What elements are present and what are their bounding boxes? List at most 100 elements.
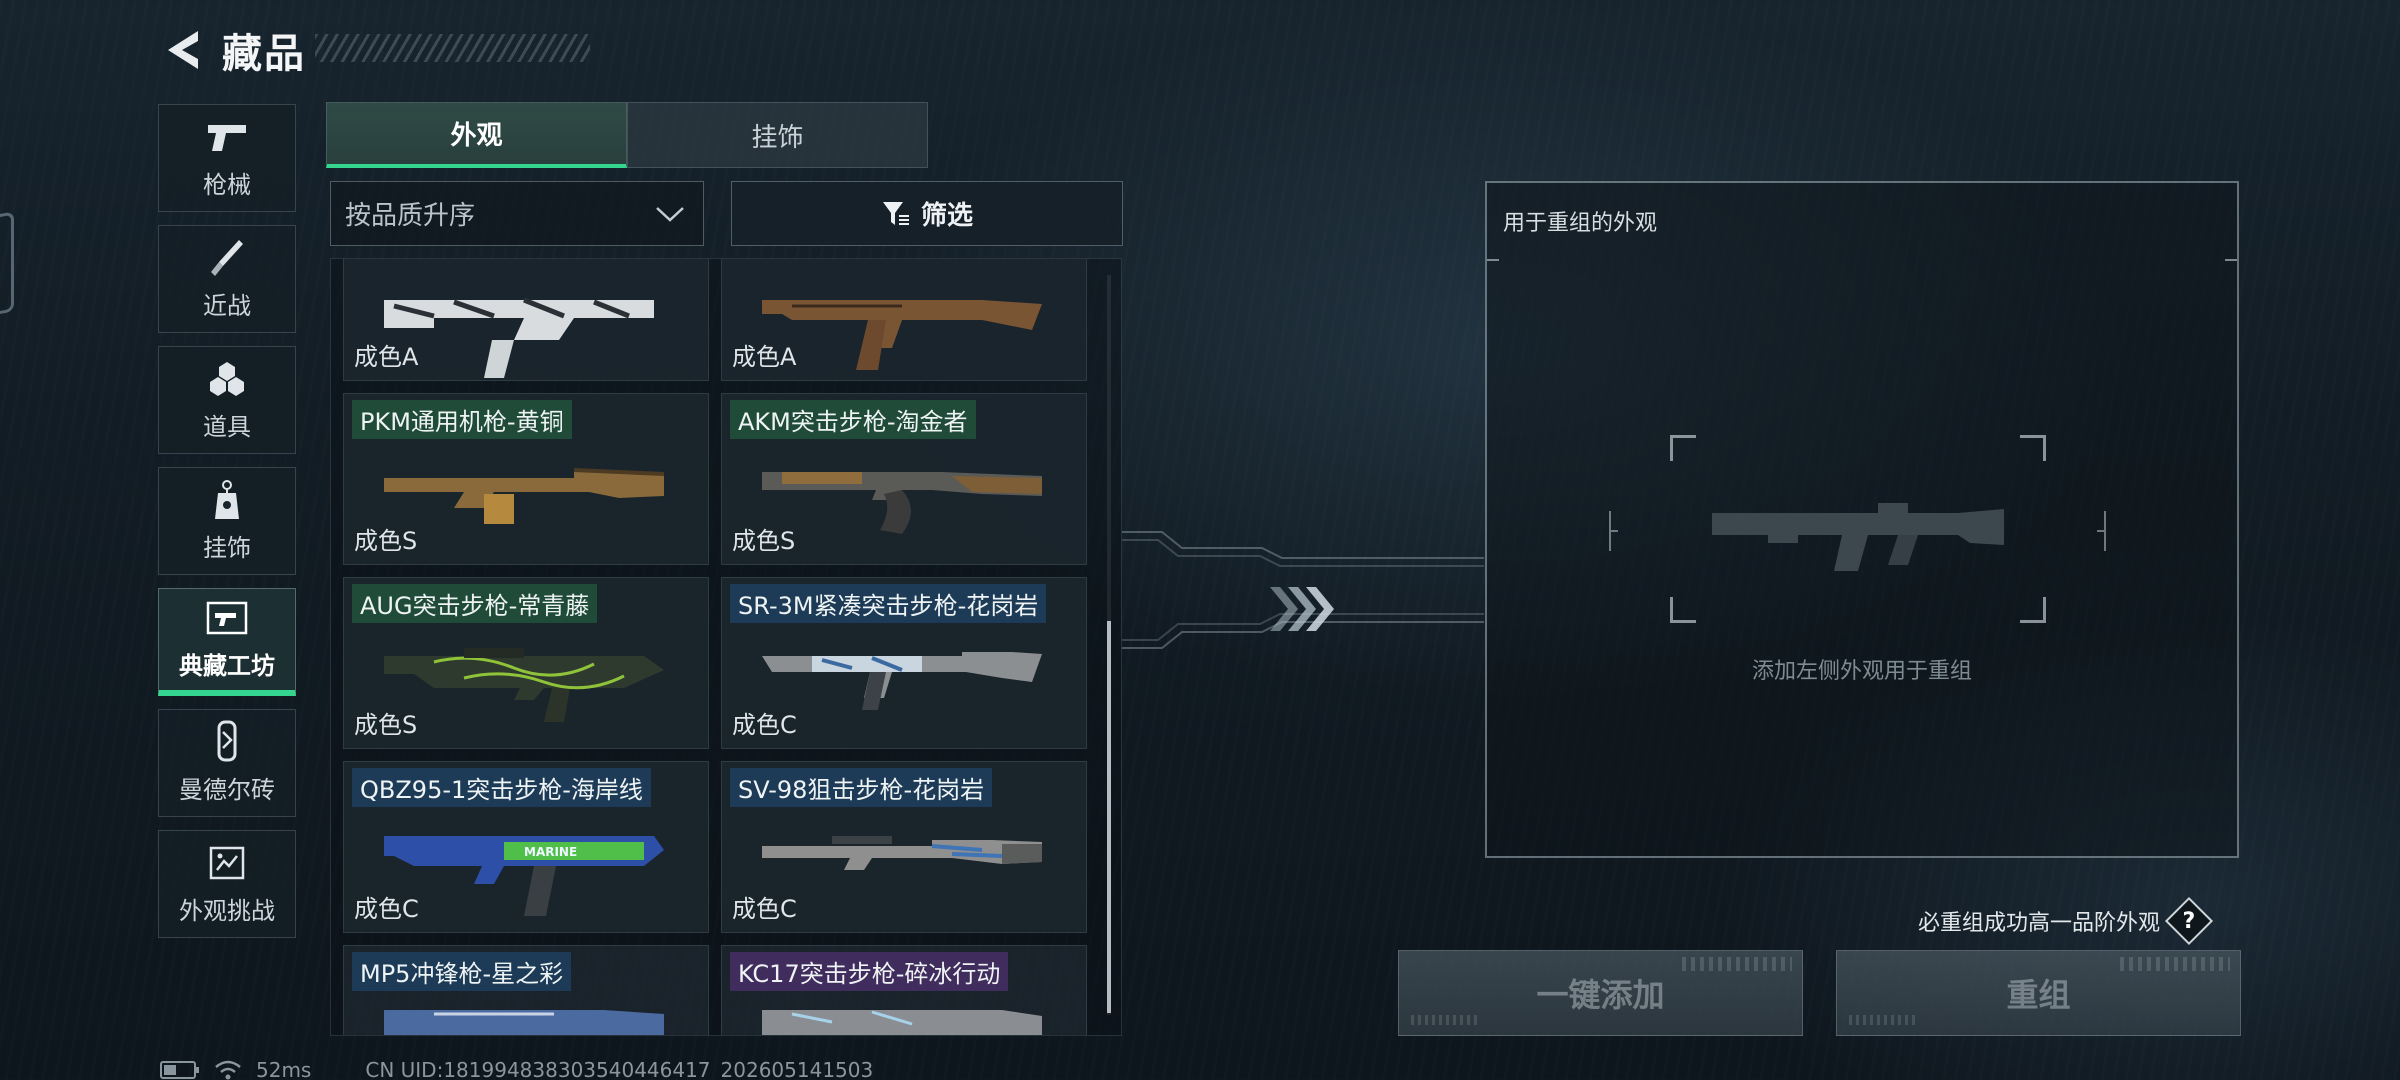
weapon-skin-image [762, 472, 1042, 534]
item-card[interactable]: SV-98狙击步枪-花岗岩 成色C [721, 761, 1087, 933]
category-item-mandel-brick[interactable]: 曼德尔砖 [158, 709, 296, 817]
weapon-skin-image [762, 652, 1042, 710]
sort-label: 按品质升序 [345, 201, 476, 231]
button-decoration [1849, 1015, 1919, 1025]
item-card[interactable]: 成色A [721, 259, 1087, 381]
weapon-skin-image [384, 1010, 664, 1035]
button-decoration [1411, 1015, 1481, 1025]
item-card[interactable]: QBZ95-1突击步枪-海岸线 MARINE 成色C [343, 761, 709, 933]
slot-corner [1670, 435, 1696, 461]
category-label: 挂饰 [203, 533, 251, 562]
weapon-skin-image: MARINE [384, 836, 664, 916]
help-icon[interactable]: ? [2164, 896, 2214, 946]
item-grade: 成色A [732, 343, 797, 371]
corner-tick [2225, 259, 2237, 261]
weapon-skin-image [762, 1010, 1042, 1035]
uid-readout: CN UID:181994838303540446417_20260514150… [365, 1058, 874, 1080]
item-card[interactable]: 成色A [343, 259, 709, 381]
item-name: MP5冲锋枪-星之彩 [352, 952, 572, 991]
add-all-label: 一键添加 [1536, 976, 1665, 1014]
weapon-skin-image [384, 468, 665, 524]
weapon-skin-image [384, 648, 664, 722]
item-name: PKM通用机枪-黄铜 [352, 400, 572, 439]
item-card[interactable]: AKM突击步枪-淘金者 成色S [721, 393, 1087, 565]
filter-button[interactable]: 筛选 [731, 181, 1123, 246]
status-bar: 52ms CN UID:181994838303540446417_202605… [160, 1058, 873, 1080]
item-card[interactable]: MP5冲锋枪-星之彩 [343, 945, 709, 1035]
button-decoration [2120, 957, 2230, 971]
slot-corner [1670, 597, 1696, 623]
chevron-down-icon [656, 206, 684, 222]
item-grade: 成色C [732, 711, 797, 739]
challenge-icon [205, 843, 249, 883]
category-item-guns[interactable]: 枪械 [158, 104, 296, 212]
battery-icon [160, 1061, 199, 1079]
page-title: 藏品 [222, 31, 306, 77]
edge-hex-decoration [0, 211, 14, 319]
weapon-skin-image [762, 300, 1042, 370]
item-grade: 成色S [354, 527, 418, 555]
recombine-hint: 添加左侧外观用于重组 [1751, 659, 1972, 684]
item-grade: 成色A [354, 343, 419, 371]
item-card[interactable]: AUG突击步枪-常青藤 成色S [343, 577, 709, 749]
category-item-appearance-challenge[interactable]: 外观挑战 [158, 830, 296, 938]
item-name: SR-3M紧凑突击步枪-花岗岩 [730, 584, 1047, 623]
category-item-props[interactable]: 道具 [158, 346, 296, 454]
weapon-decal-text: MARINE [524, 845, 577, 859]
item-name: AUG突击步枪-常青藤 [352, 584, 598, 623]
item-name: KC17突击步枪-碎冰行动 [730, 952, 1009, 991]
item-card[interactable]: PKM通用机枪-黄铜 成色S [343, 393, 709, 565]
item-name: SV-98狙击步枪-花岗岩 [730, 768, 993, 807]
category-label: 曼德尔砖 [179, 775, 275, 804]
category-label: 近战 [203, 291, 251, 320]
slot-side-marks [1609, 511, 2106, 551]
category-item-charms[interactable]: 挂饰 [158, 467, 296, 575]
weapon-skin-image [762, 836, 1042, 870]
recombine-panel-title: 用于重组的外观 [1503, 211, 1658, 236]
category-label: 枪械 [203, 170, 251, 199]
charm-icon [205, 479, 249, 520]
button-decoration [1682, 957, 1792, 971]
header: 藏品 [160, 22, 306, 78]
title-stripes-decoration [315, 34, 590, 62]
category-nav: 枪械 近战 道具 挂饰 典藏工坊 曼德尔砖 外观挑战 [158, 104, 296, 951]
category-label: 典藏工坊 [179, 652, 275, 680]
item-name: AKM突击步枪-淘金者 [730, 400, 976, 439]
ping-readout: 52ms [256, 1058, 312, 1080]
triple-chevron-right-icon [1270, 587, 1334, 631]
item-card[interactable]: SR-3M紧凑突击步枪-花岗岩 成色C [721, 577, 1087, 749]
back-arrow-icon [168, 31, 198, 69]
wifi-icon [215, 1060, 241, 1080]
item-grade: 成色C [732, 895, 797, 923]
item-name: QBZ95-1突击步枪-海岸线 [352, 768, 651, 807]
item-card[interactable]: KC17突击步枪-碎冰行动 [721, 945, 1087, 1035]
slot-corner [2020, 435, 2046, 461]
recombine-panel: 用于重组的外观 添加左侧外观用于重组 [1485, 181, 2239, 858]
knife-icon [205, 238, 249, 278]
back-button[interactable] [160, 25, 204, 75]
workshop-icon [205, 598, 249, 638]
item-grade: 成色S [354, 711, 418, 739]
pistol-icon [205, 117, 249, 157]
recombine-button[interactable]: 重组 [1836, 950, 2241, 1036]
weapon-skin-image [384, 297, 654, 378]
scrollbar-thumb[interactable] [1107, 621, 1111, 1013]
add-all-button[interactable]: 一键添加 [1398, 950, 1803, 1036]
category-item-melee[interactable]: 近战 [158, 225, 296, 333]
help-icon-glyph: ? [2182, 908, 2196, 934]
guarantee-note: 必重组成功高一品阶外观 ? [1918, 896, 2214, 946]
tab-charms[interactable]: 挂饰 [627, 102, 928, 168]
brick-icon [205, 720, 249, 762]
item-grade: 成色S [732, 527, 796, 555]
category-label: 道具 [203, 412, 251, 441]
slot-corner [2020, 597, 2046, 623]
tab-bar: 外观 挂饰 [326, 102, 928, 168]
item-grid[interactable]: 成色A 成色A PKM通用机枪-黄铜 成色S AKM突击步枪-淘金者 成色S A… [330, 258, 1122, 1036]
corner-tick [1487, 259, 1499, 261]
item-grade: 成色C [354, 895, 419, 923]
grenades-icon [205, 359, 249, 399]
category-item-workshop[interactable]: 典藏工坊 [158, 588, 296, 696]
filter-label: 筛选 [920, 201, 973, 231]
sort-dropdown[interactable]: 按品质升序 [330, 181, 704, 246]
tab-appearance[interactable]: 外观 [326, 102, 627, 168]
